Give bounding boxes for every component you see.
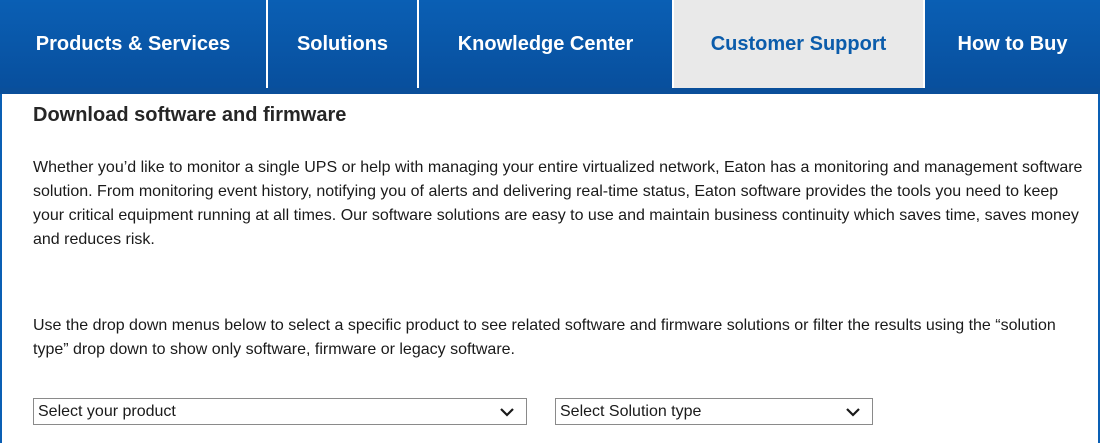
page-title: Download software and firmware [33,104,347,126]
tab-customer-support[interactable]: Customer Support [674,0,925,88]
tab-solutions[interactable]: Solutions [268,0,419,88]
solution-type-select[interactable]: Select Solution type [555,398,873,425]
main-navigation: Products & Services Solutions Knowledge … [0,0,1100,94]
tab-knowledge-center[interactable]: Knowledge Center [419,0,674,88]
product-select[interactable]: Select your product [33,398,527,425]
tab-how-to-buy[interactable]: How to Buy [925,0,1100,88]
main-content: Download software and firmware Whether y… [0,94,1100,443]
chevron-down-icon [500,408,514,417]
product-select-value: Select your product [38,402,176,420]
chevron-down-icon [846,408,860,417]
solution-type-select-value: Select Solution type [560,402,702,420]
instructions-paragraph: Use the drop down menus below to select … [33,317,1056,358]
tab-products-services[interactable]: Products & Services [0,0,268,88]
intro-paragraph: Whether you’d like to monitor a single U… [33,159,1083,248]
